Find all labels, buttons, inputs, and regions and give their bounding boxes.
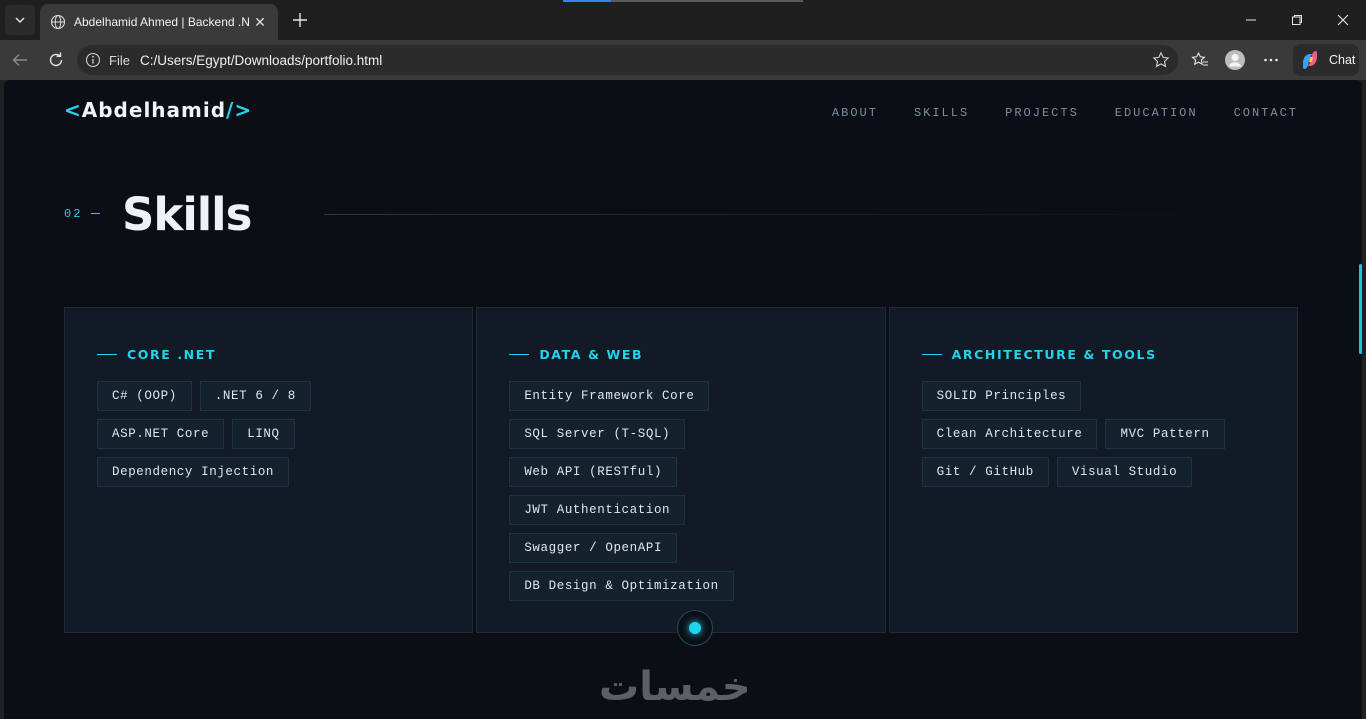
more-menu-button[interactable] (1257, 46, 1285, 74)
profile-button[interactable] (1221, 46, 1249, 74)
skill-card-data-web: DATA & WEB Entity Framework Core SQL Ser… (476, 307, 886, 633)
nav-link-projects[interactable]: PROJECTS (1005, 106, 1079, 120)
card-header: CORE .NET (97, 347, 440, 362)
nav-link-contact[interactable]: CONTACT (1234, 106, 1298, 120)
section-header: 02 Skills (64, 188, 1298, 241)
scrollbar-thumb[interactable] (1359, 264, 1362, 354)
card-header: DATA & WEB (509, 347, 852, 362)
skill-chip: SOLID Principles (921, 381, 1082, 411)
address-bar[interactable]: File C:/Users/Egypt/Downloads/portfolio.… (77, 45, 1178, 75)
tab-actions-button[interactable] (5, 5, 35, 35)
section-number-dash (91, 213, 100, 214)
back-button[interactable] (6, 46, 34, 74)
floating-dot-button[interactable] (677, 610, 713, 646)
logo-close-bracket: /> (226, 98, 253, 122)
close-icon (1337, 14, 1349, 26)
chip-list: SOLID Principles Clean Architecture MVC … (921, 381, 1265, 487)
minimize-icon (1246, 19, 1256, 21)
close-window-button[interactable] (1320, 0, 1366, 40)
main-nav: ABOUT SKILLS PROJECTS EDUCATION CONTACT (832, 106, 1298, 120)
chip-list: C# (OOP) .NET 6 / 8 ASP.NET Core LINQ De… (97, 381, 440, 487)
star-icon[interactable] (1152, 51, 1170, 69)
favorites-icon (1191, 51, 1208, 66)
loading-indicator (563, 0, 803, 2)
copilot-icon (1303, 51, 1317, 69)
site-logo[interactable]: <Abdelhamid/> (64, 98, 252, 122)
restore-icon (1292, 15, 1302, 25)
skill-chip: SQL Server (T-SQL) (509, 419, 686, 449)
skills-grid: CORE .NET C# (OOP) .NET 6 / 8 ASP.NET Co… (64, 307, 1298, 633)
skill-chip: Visual Studio (1056, 457, 1193, 487)
skill-chip: Swagger / OpenAPI (509, 533, 678, 563)
tab-title: Abdelhamid Ahmed | Backend .NE (74, 15, 250, 29)
card-dash (97, 354, 117, 355)
nav-link-skills[interactable]: SKILLS (914, 106, 969, 120)
logo-open-bracket: < (64, 98, 82, 122)
skill-chip: Clean Architecture (921, 419, 1098, 449)
card-title: DATA & WEB (539, 347, 644, 362)
info-icon[interactable] (85, 52, 101, 68)
skill-chip: Entity Framework Core (509, 381, 710, 411)
scheme-label: File (109, 52, 130, 68)
section-number: 02 (64, 207, 83, 221)
browser-toolbar: File C:/Users/Egypt/Downloads/portfolio.… (0, 40, 1366, 80)
chip-list: Entity Framework Core SQL Server (T-SQL)… (509, 381, 852, 601)
avatar-icon (1225, 50, 1245, 70)
arrow-left-icon (12, 54, 27, 66)
page-viewport: <Abdelhamid/> ABOUT SKILLS PROJECTS EDUC… (4, 80, 1362, 719)
nav-link-about[interactable]: ABOUT (832, 106, 878, 120)
card-title: ARCHITECTURE & TOOLS (951, 347, 1157, 362)
reload-icon (49, 52, 63, 67)
minimize-button[interactable] (1228, 0, 1274, 40)
new-tab-button[interactable] (288, 8, 312, 32)
chevron-down-icon (15, 17, 25, 23)
section-title: Skills (122, 188, 252, 241)
skill-card-architecture-tools: ARCHITECTURE & TOOLS SOLID Principles Cl… (888, 307, 1298, 633)
favorites-button[interactable] (1186, 46, 1214, 74)
logo-name: Abdelhamid (81, 98, 227, 122)
dot-indicator (689, 622, 701, 634)
section-divider (324, 214, 1224, 215)
copilot-chat-button[interactable]: Chat (1293, 44, 1359, 76)
chat-label: Chat (1329, 53, 1356, 67)
skill-chip: .NET 6 / 8 (199, 381, 311, 411)
reload-button[interactable] (42, 46, 70, 74)
browser-tab-bar: Abdelhamid Ahmed | Backend .NE ✕ (0, 0, 1366, 40)
watermark-logo: خمسات (599, 664, 751, 710)
skill-chip: JWT Authentication (509, 495, 686, 525)
close-tab-icon[interactable]: ✕ (250, 12, 270, 32)
skill-chip: MVC Pattern (1105, 419, 1225, 449)
skill-card-core-net: CORE .NET C# (OOP) .NET 6 / 8 ASP.NET Co… (64, 307, 474, 633)
skill-chip: ASP.NET Core (97, 419, 225, 449)
restore-button[interactable] (1274, 0, 1320, 40)
card-title: CORE .NET (127, 347, 216, 362)
skill-chip: Web API (RESTful) (509, 457, 678, 487)
more-icon (1264, 58, 1278, 62)
nav-link-education[interactable]: EDUCATION (1115, 106, 1198, 120)
card-dash (921, 354, 942, 355)
active-tab[interactable]: Abdelhamid Ahmed | Backend .NE ✕ (40, 4, 278, 40)
skill-chip: C# (OOP) (97, 381, 192, 411)
globe-icon (50, 14, 66, 30)
skill-chip: Git / GitHub (921, 457, 1049, 487)
card-dash (509, 354, 530, 355)
url-text: C:/Users/Egypt/Downloads/portfolio.html (139, 52, 383, 68)
skill-chip: Dependency Injection (97, 457, 290, 487)
card-header: ARCHITECTURE & TOOLS (921, 347, 1265, 362)
plus-icon (293, 13, 307, 27)
skill-chip: DB Design & Optimization (509, 571, 734, 601)
skill-chip: LINQ (232, 419, 295, 449)
